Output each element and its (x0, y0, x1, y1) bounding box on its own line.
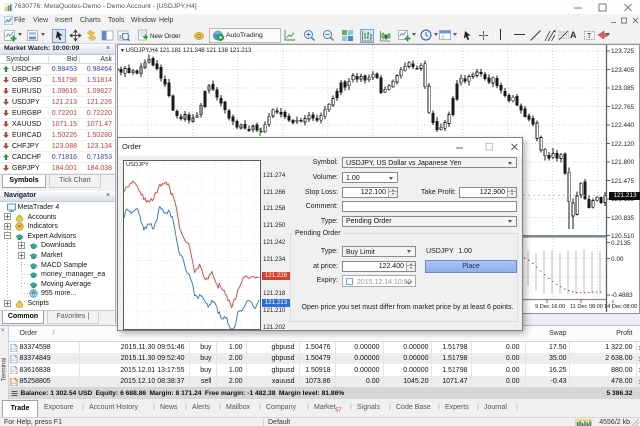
svg-text:T: T (587, 33, 592, 40)
